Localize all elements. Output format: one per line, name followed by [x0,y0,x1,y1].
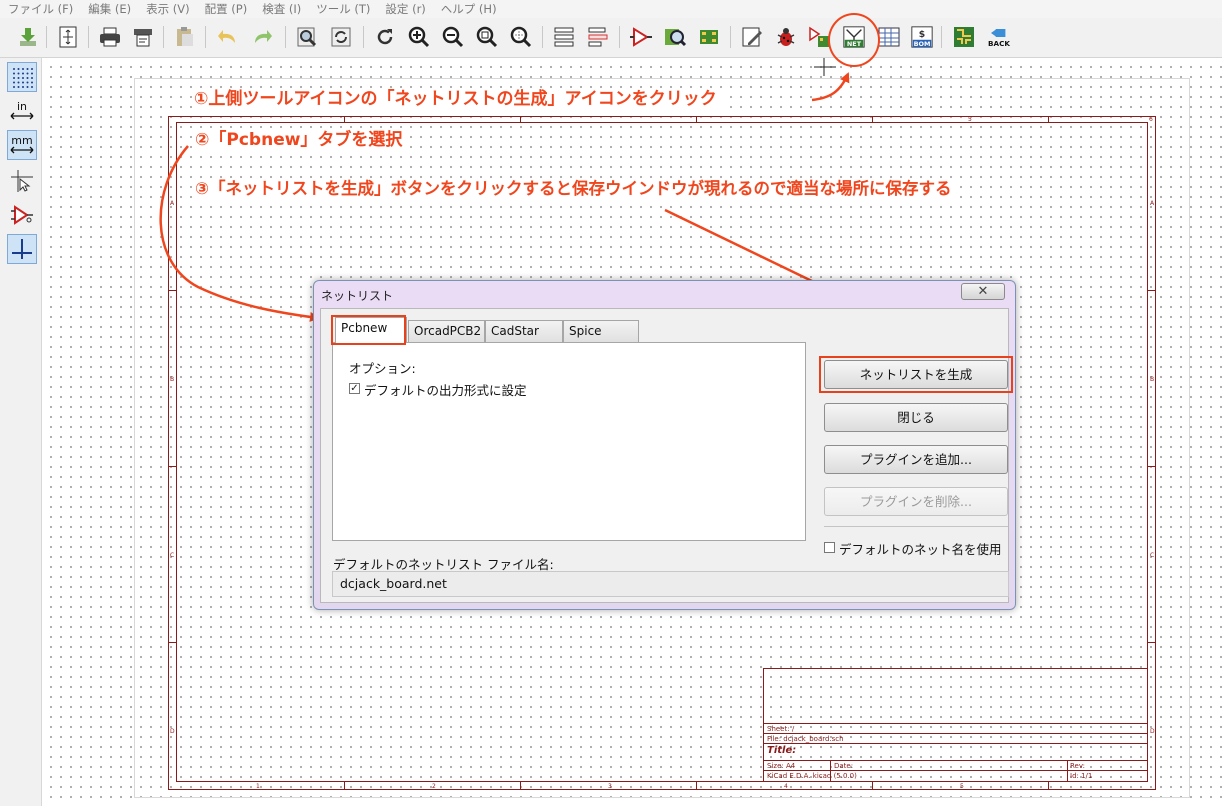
arrow-step1 [811,72,850,102]
button-separator [824,526,1008,527]
filename-field[interactable]: dcjack_board.net [332,571,1009,597]
tab-cadstar[interactable]: CadStar [485,320,563,342]
checkmark-icon: ✓ [350,383,359,394]
default-format-label: デフォルトの出力形式に設定 [364,383,527,398]
options-label: オプション: [349,361,416,376]
default-format-checkbox[interactable]: ✓ [349,383,360,394]
dialog-title: ネットリスト [321,289,394,303]
default-net-name-checkbox[interactable] [824,542,835,553]
close-button[interactable]: 閉じる [824,403,1008,432]
close-icon: ✕ [977,284,989,299]
add-plugin-button[interactable]: プラグインを追加... [824,445,1008,474]
netlist-dialog: ネットリスト ✕ Pcbnew OrcadPCB2 CadStar Spice … [313,280,1016,610]
dialog-close-button[interactable]: ✕ [961,283,1005,300]
pcbnew-tab-panel: オプション: ✓ デフォルトの出力形式に設定 [332,342,806,541]
tab-pcbnew-highlight [331,315,406,345]
tab-spice[interactable]: Spice [563,320,639,342]
generate-button-highlight [819,356,1013,393]
remove-plugin-button: プラグインを削除... [824,487,1008,516]
arrow-step2 [159,145,320,322]
dialog-body: Pcbnew OrcadPCB2 CadStar Spice オプション: ✓ … [320,308,1013,603]
tab-orcadpcb2[interactable]: OrcadPCB2 [408,320,485,342]
default-net-name-label: デフォルトのネット名を使用 [839,542,1002,557]
